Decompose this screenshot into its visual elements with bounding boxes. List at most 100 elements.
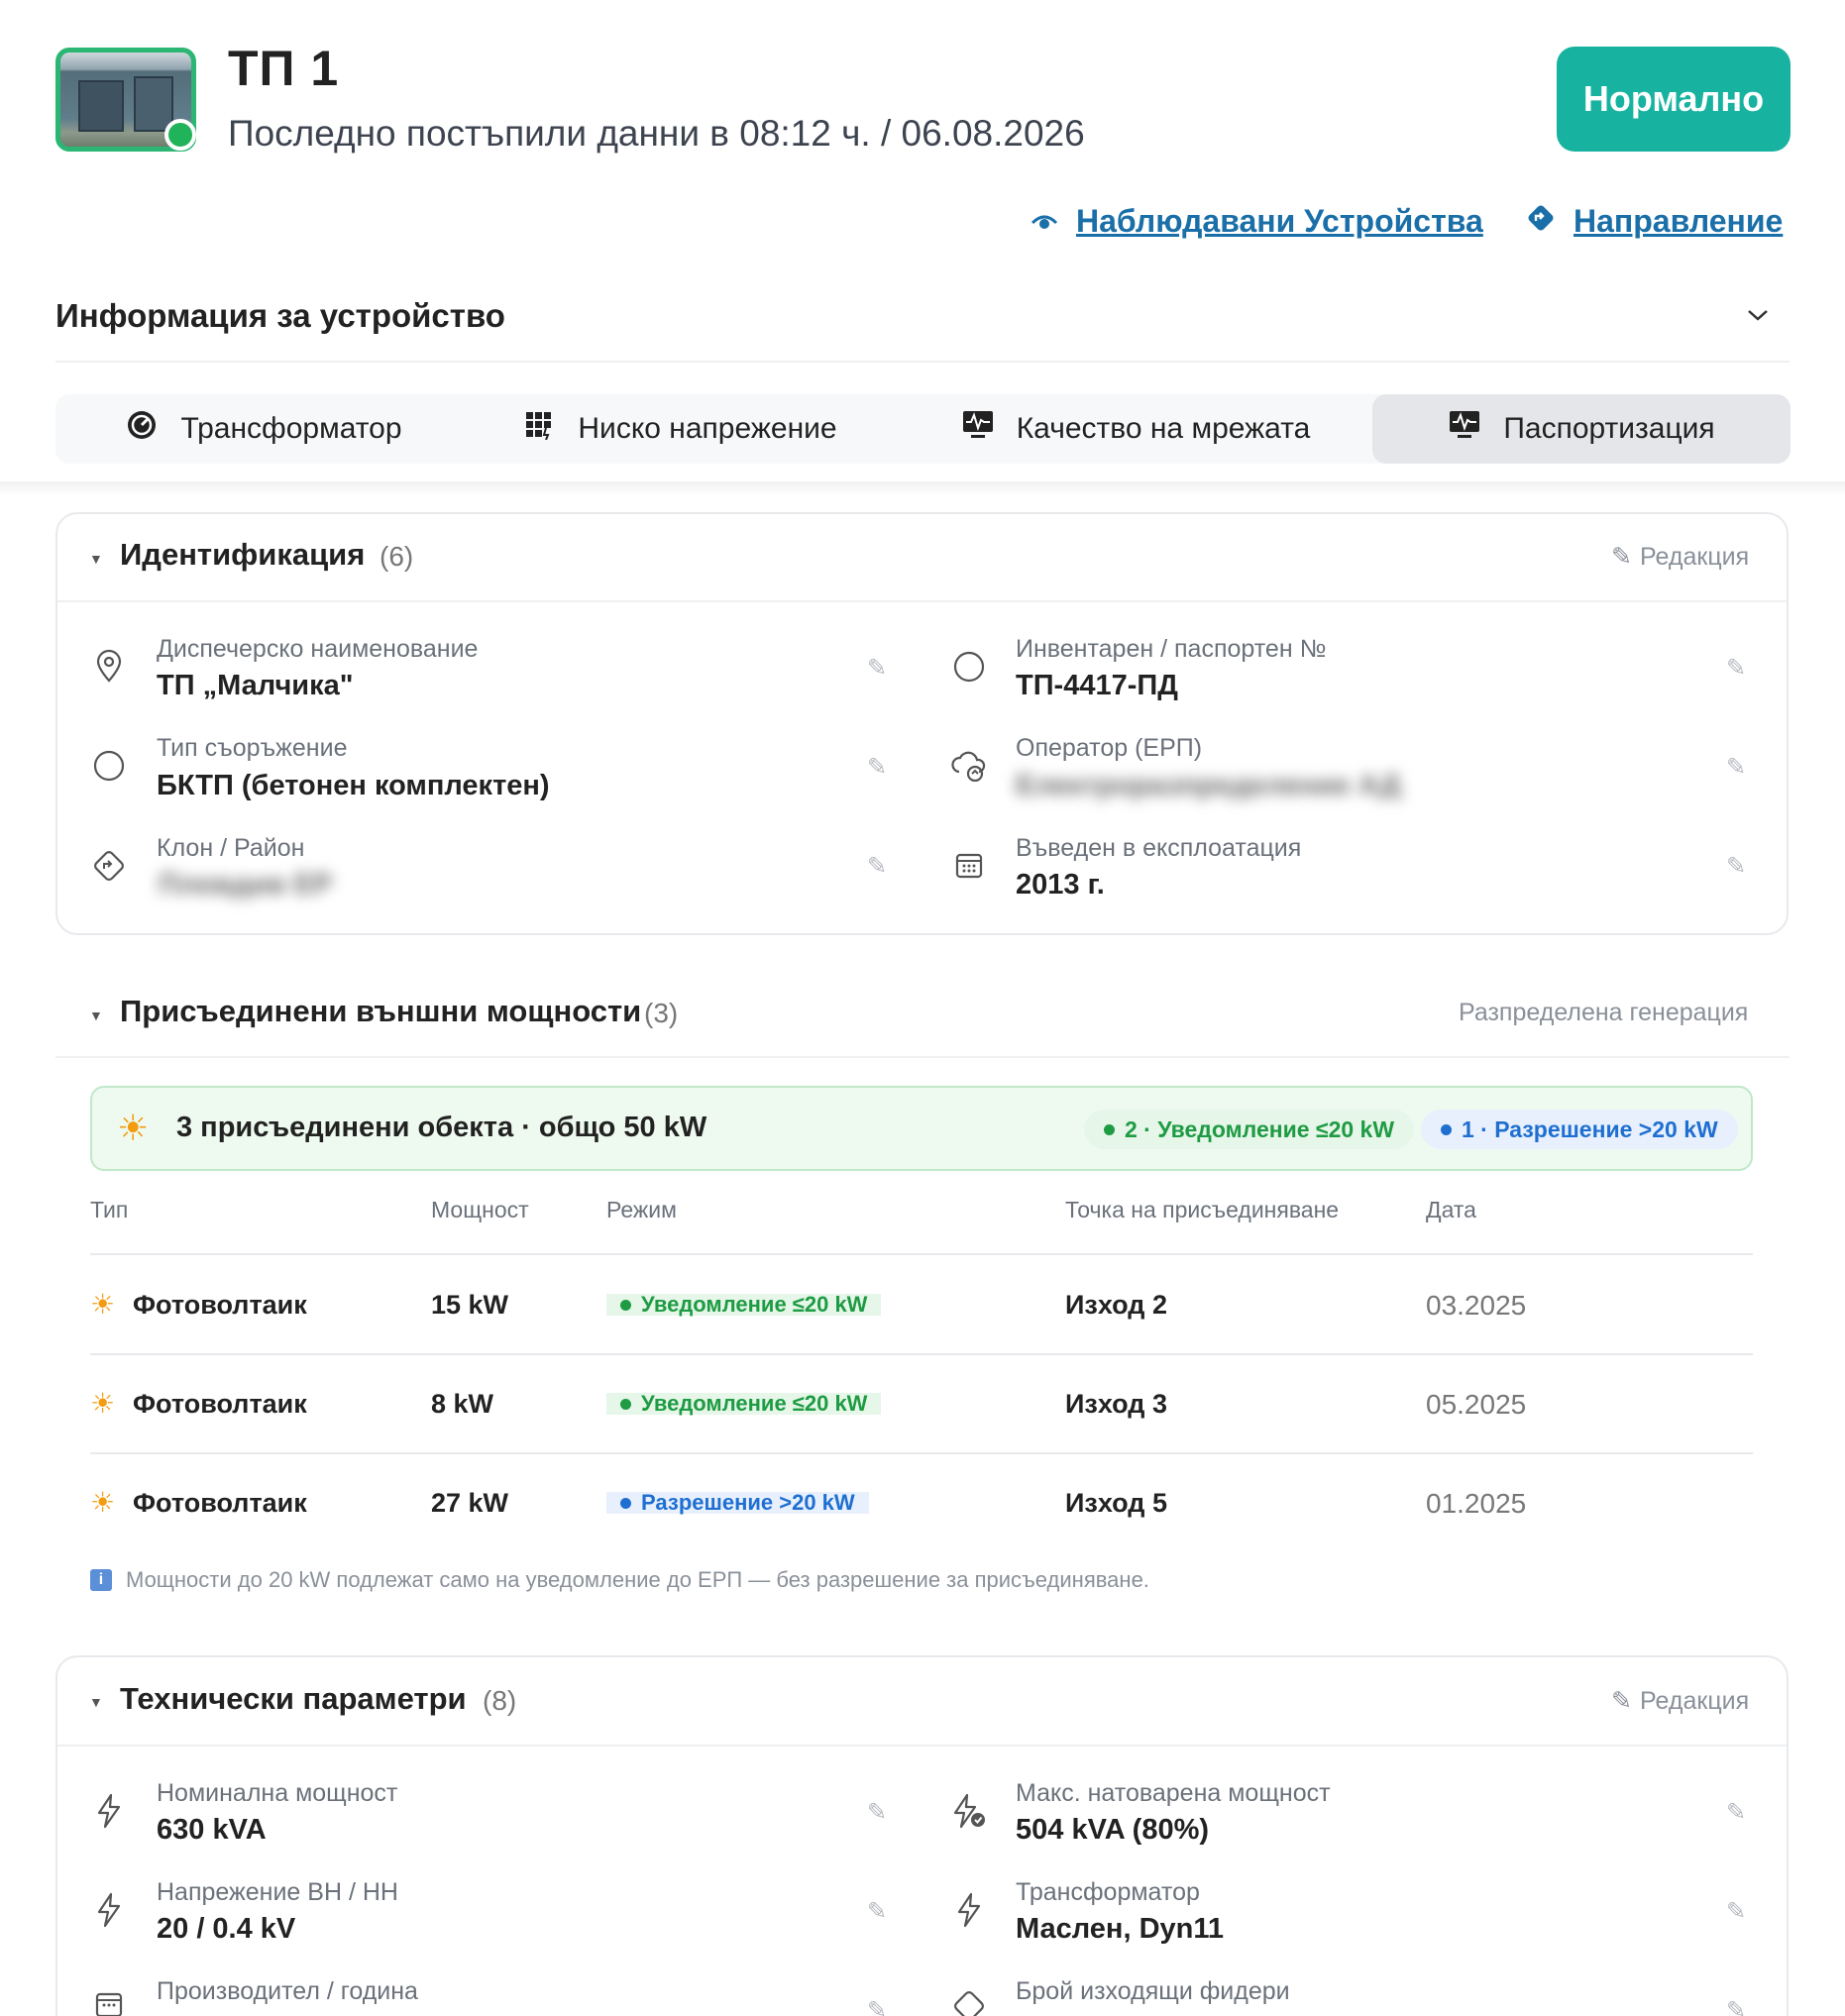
green-dot-icon — [620, 1299, 631, 1311]
blue-dot-icon — [620, 1497, 631, 1509]
pencil-icon[interactable]: ✎ — [1726, 1996, 1746, 2016]
divider — [55, 361, 1790, 363]
row-power: 15 kW — [431, 1290, 509, 1320]
calendar-icon — [89, 1989, 129, 2016]
pencil-icon: ✎ — [1611, 543, 1632, 571]
edit-label: Редакция — [1639, 1686, 1750, 1715]
field-label: Тип съоръжение — [157, 734, 348, 762]
row-power: 8 kW — [431, 1389, 494, 1419]
pencil-icon[interactable]: ✎ — [867, 753, 887, 782]
device-info-heading: Информация за устройство — [55, 297, 505, 334]
row-point: Изход 5 — [1065, 1488, 1167, 1518]
field-label: Макс. натоварена мощност — [1016, 1779, 1331, 1807]
collapse-triangle-icon[interactable]: ▼ — [89, 551, 103, 567]
external-power-count: (3) — [644, 998, 679, 1028]
field-label: Номинална мощност — [157, 1779, 398, 1807]
pencil-icon[interactable]: ✎ — [1726, 852, 1746, 881]
technical-edit-button[interactable]: ✎ Редакция — [1611, 1686, 1749, 1716]
tab-label: Качество на мрежата — [1016, 412, 1311, 445]
notify-count-pill: 2 · Уведомление ≤20 kW — [1084, 1110, 1415, 1149]
pencil-icon[interactable]: ✎ — [1726, 1798, 1746, 1827]
field-label: Оператор (ЕРП) — [1016, 734, 1203, 762]
row-mode-badge: Разрешение >20 kW — [606, 1490, 869, 1515]
collapse-triangle-icon[interactable]: ▼ — [89, 1694, 103, 1710]
identification-edit-button[interactable]: ✎ Редакция — [1611, 542, 1749, 572]
pencil-icon[interactable]: ✎ — [867, 852, 887, 881]
field-value: БКТП (бетонен комплектен) — [157, 770, 550, 801]
pencil-icon[interactable]: ✎ — [1726, 753, 1746, 782]
field-value-redacted: Електроразпределение АД — [1016, 770, 1401, 801]
pill-label: 2 · Уведомление ≤20 kW — [1125, 1115, 1395, 1142]
row-date: 01.2025 — [1426, 1488, 1527, 1519]
eye-icon — [1031, 206, 1058, 238]
direction-diamond-icon — [89, 849, 129, 891]
collapse-triangle-icon[interactable]: ▼ — [89, 1008, 103, 1023]
direction-label: Направление — [1574, 203, 1784, 239]
watched-devices-label: Наблюдавани Устройства — [1076, 203, 1483, 239]
row-type: Фотоволтаик — [133, 1389, 307, 1419]
field-value: 630 kVA — [157, 1814, 267, 1846]
divider — [90, 1353, 1753, 1355]
chevron-down-icon[interactable] — [1746, 297, 1770, 331]
direction-diamond-icon — [949, 1989, 989, 2016]
row-type: Фотоволтаик — [133, 1488, 307, 1518]
field-label: Инвентарен / паспортен № — [1016, 635, 1327, 663]
pencil-icon[interactable]: ✎ — [1726, 654, 1746, 683]
divider — [55, 1056, 1790, 1058]
device-photo-door — [78, 80, 124, 132]
column-header-mode: Режим — [606, 1197, 677, 1222]
pencil-icon[interactable]: ✎ — [867, 1798, 887, 1827]
page-title: ТП 1 — [228, 41, 340, 96]
field-label: Брой изходящи фидери — [1016, 1977, 1290, 2005]
row-mode-label: Разрешение >20 kW — [641, 1490, 855, 1515]
tab-low-voltage[interactable]: Ниско напрежение — [472, 394, 888, 464]
identification-title: Идентификация — [120, 537, 366, 572]
tab-transformer[interactable]: Трансформатор — [55, 394, 472, 464]
tab-grid-quality[interactable]: Качество на мрежата — [927, 394, 1344, 464]
tab-label: Паспортизация — [1503, 412, 1715, 445]
field-value: Маслен, Dyn11 — [1016, 1913, 1225, 1945]
monitor-pulse-icon — [1448, 409, 1481, 449]
pencil-icon[interactable]: ✎ — [867, 1996, 887, 2016]
lightning-icon — [949, 1892, 989, 1936]
field-label: Диспечерско наименование — [157, 635, 479, 663]
field-label: Производител / година — [157, 1977, 418, 2005]
cloud-sync-icon — [949, 750, 989, 790]
power-summary-text: 3 присъединени обекта · общо 50 kW — [176, 1112, 707, 1143]
divider — [90, 1253, 1753, 1255]
tab-passport[interactable]: Паспортизация — [1372, 394, 1791, 464]
tab-label: Трансформатор — [180, 412, 402, 445]
sun-icon: ☀ — [117, 1108, 150, 1148]
pencil-icon[interactable]: ✎ — [867, 654, 887, 683]
field-value: 2013 г. — [1016, 869, 1105, 901]
row-date: 03.2025 — [1426, 1290, 1527, 1321]
blue-dot-icon — [1441, 1123, 1452, 1135]
pencil-icon[interactable]: ✎ — [1726, 1897, 1746, 1926]
column-header-type: Тип — [90, 1197, 129, 1222]
sun-icon: ☀ — [90, 1487, 116, 1518]
lightning-check-icon — [949, 1793, 989, 1837]
green-dot-icon — [620, 1398, 631, 1410]
row-mode-label: Уведомление ≤20 kW — [641, 1292, 868, 1317]
field-label: Клон / Район — [157, 834, 305, 862]
row-mode-badge: Уведомление ≤20 kW — [606, 1292, 882, 1317]
sun-icon: ☀ — [90, 1289, 116, 1320]
gauge-icon — [125, 409, 159, 449]
divider — [90, 1452, 1753, 1454]
status-button[interactable]: Нормално — [1557, 47, 1791, 152]
note-text: Мощности до 20 kW подлежат само на уведо… — [126, 1567, 1149, 1592]
distributed-generation-label: Разпределена генерация — [1459, 999, 1749, 1026]
row-power: 27 kW — [431, 1488, 509, 1518]
power-note: i Мощности до 20 kW подлежат само на уве… — [90, 1567, 1149, 1593]
calendar-icon — [949, 850, 989, 888]
technical-count: (8) — [483, 1685, 517, 1716]
row-point: Изход 3 — [1065, 1389, 1167, 1419]
direction-link[interactable]: Направление — [1526, 203, 1783, 240]
pill-label: 1 · Разрешение >20 kW — [1462, 1115, 1718, 1142]
pencil-icon[interactable]: ✎ — [867, 1897, 887, 1926]
watched-devices-link[interactable]: Наблюдавани Устройства — [1031, 203, 1483, 240]
field-value: ТП „Малчика" — [157, 670, 354, 701]
field-value: 504 kVA (80%) — [1016, 1814, 1210, 1846]
divider — [57, 1745, 1787, 1747]
sun-icon: ☀ — [90, 1388, 116, 1419]
